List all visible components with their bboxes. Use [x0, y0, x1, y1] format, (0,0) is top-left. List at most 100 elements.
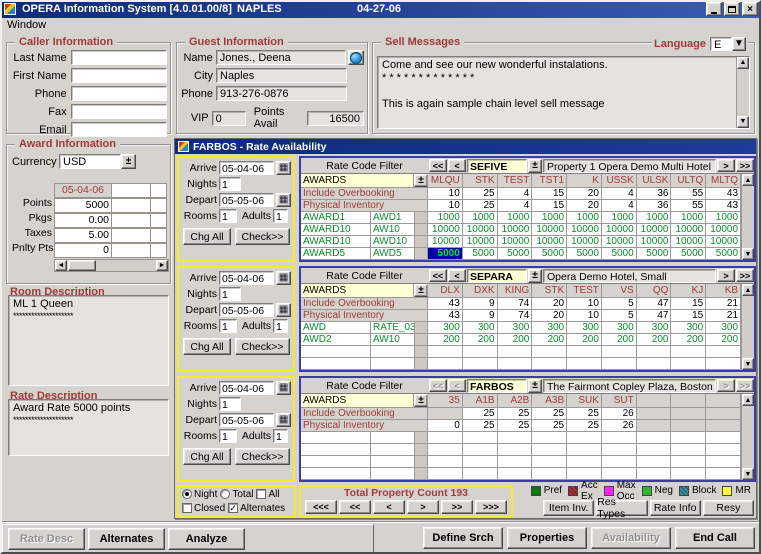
caller-first-name-input[interactable]: [71, 68, 167, 83]
rate-amount-cell[interactable]: 200: [671, 334, 706, 345]
adults-input[interactable]: 1: [273, 429, 288, 443]
rate-amount-cell[interactable]: 300: [532, 322, 567, 333]
prev-property-button[interactable]: <: [448, 269, 466, 282]
check-button[interactable]: Check>>: [235, 228, 290, 245]
rate-amount-cell[interactable]: 5000: [706, 248, 741, 259]
grid-vscrollbar[interactable]: ▲▼: [741, 174, 754, 260]
rate-group-lov-button[interactable]: ±: [414, 284, 428, 297]
rate-amount-cell[interactable]: 300: [637, 322, 672, 333]
next-property-fast-button[interactable]: >>: [736, 159, 754, 172]
property-code-select[interactable]: SEPARA: [467, 269, 527, 283]
award-pkgs-value[interactable]: 0.00: [54, 213, 112, 228]
nights-input[interactable]: 1: [219, 177, 241, 191]
close-button[interactable]: ×: [742, 2, 758, 16]
scroll-up-button[interactable]: ▲: [742, 284, 754, 296]
guest-city-field[interactable]: Naples: [216, 68, 347, 83]
rate-name-cell[interactable]: AWARD10: [301, 236, 371, 247]
alternates-button[interactable]: Alternates: [88, 528, 165, 550]
rate-amount-cell[interactable]: 300: [498, 322, 533, 333]
check-button[interactable]: Check>>: [235, 448, 290, 465]
end-call-button[interactable]: End Call: [675, 527, 755, 549]
vip-field[interactable]: 0: [212, 111, 246, 126]
rate-name-cell[interactable]: AWARD10: [301, 224, 371, 235]
rate-code-cell[interactable]: AWD10: [371, 236, 415, 247]
rate-amount-cell[interactable]: 10000: [671, 236, 706, 247]
guest-phone-field[interactable]: 913-276-0876: [216, 86, 347, 101]
caller-email-input[interactable]: [71, 122, 167, 137]
scroll-down-button[interactable]: ▼: [742, 358, 754, 370]
guest-name-field[interactable]: Jones., Deena: [216, 50, 346, 65]
nav-fast-prev-button[interactable]: <<: [339, 500, 371, 514]
rate-amount-cell[interactable]: 300: [463, 322, 498, 333]
rate-amount-cell[interactable]: 300: [428, 322, 463, 333]
rate-amount-cell[interactable]: 300: [671, 322, 706, 333]
property-code-lov-button[interactable]: ±: [528, 159, 542, 173]
rate-amount-cell[interactable]: 5000: [463, 248, 498, 259]
rate-amount-cell[interactable]: 10000: [463, 224, 498, 235]
resy-button[interactable]: Resy: [703, 500, 754, 516]
next-property-button[interactable]: >: [717, 379, 735, 392]
rate-code-cell[interactable]: AW10: [371, 224, 415, 235]
property-code-lov-button[interactable]: ±: [528, 269, 542, 283]
rate-amount-cell[interactable]: 1000: [532, 212, 567, 223]
rate-code-cell[interactable]: RATE_03: [371, 322, 415, 333]
property-code-lov-button[interactable]: ±: [528, 379, 542, 393]
prev-property-fast-button[interactable]: <<: [429, 379, 447, 392]
prev-property-fast-button[interactable]: <<: [429, 269, 447, 282]
rate-amount-cell[interactable]: 5000: [532, 248, 567, 259]
res-types-button[interactable]: Res Types: [596, 500, 647, 516]
rate-description-box[interactable]: Award Rate 5000 points *****************…: [8, 399, 169, 456]
arrive-input[interactable]: 05-04-06: [219, 271, 274, 285]
rate-amount-cell[interactable]: 1000: [602, 212, 637, 223]
points-avail-field[interactable]: 16500: [307, 111, 364, 126]
sell-scrollbar[interactable]: ▲ ▼: [736, 57, 749, 128]
chg-all-button[interactable]: Chg All: [183, 448, 231, 465]
chg-all-button[interactable]: Chg All: [183, 338, 231, 355]
rate-amount-cell[interactable]: 10000: [428, 224, 463, 235]
rate-amount-cell[interactable]: 200: [706, 334, 741, 345]
rate-group-select[interactable]: AWARDS: [301, 394, 414, 407]
closed-checkbox[interactable]: [182, 503, 192, 513]
rate-group-lov-button[interactable]: ±: [414, 394, 428, 407]
minimize-button[interactable]: [706, 2, 722, 16]
rooms-input[interactable]: 1: [219, 319, 237, 333]
rate-group-select[interactable]: AWARDS: [301, 174, 414, 187]
rate-amount-cell[interactable]: 5000: [498, 248, 533, 259]
rate-amount-cell[interactable]: 10000: [463, 236, 498, 247]
properties-button[interactable]: Properties: [507, 527, 587, 549]
chg-all-button[interactable]: Chg All: [183, 228, 231, 245]
arrive-calendar-button[interactable]: ▦: [276, 271, 291, 285]
adults-input[interactable]: 1: [273, 319, 288, 333]
rate-amount-cell[interactable]: 10000: [567, 236, 602, 247]
scroll-up-button[interactable]: ▲: [742, 394, 754, 406]
rate-amount-cell[interactable]: 1000: [463, 212, 498, 223]
rate-name-cell[interactable]: AWD2: [301, 334, 371, 345]
award-hscrollbar[interactable]: ◄►: [54, 259, 169, 272]
rate-amount-cell[interactable]: 200: [532, 334, 567, 345]
rate-amount-cell[interactable]: 200: [602, 334, 637, 345]
prev-property-fast-button[interactable]: <<: [429, 159, 447, 172]
rate-info-button[interactable]: Rate Info: [650, 500, 701, 516]
night-radio[interactable]: [182, 489, 192, 499]
depart-calendar-button[interactable]: ▦: [276, 303, 291, 317]
rate-amount-cell[interactable]: 1000: [498, 212, 533, 223]
all-checkbox[interactable]: [256, 489, 266, 499]
rate-amount-cell[interactable]: 200: [567, 334, 602, 345]
next-property-fast-button[interactable]: >>: [736, 379, 754, 392]
award-pnlty-pts-value[interactable]: 0: [54, 243, 112, 258]
next-property-button[interactable]: >: [717, 269, 735, 282]
grid-vscrollbar[interactable]: ▲▼: [741, 284, 754, 370]
language-select[interactable]: E: [710, 37, 732, 51]
menu-window[interactable]: Window: [7, 19, 46, 31]
rate-group-select[interactable]: AWARDS: [301, 284, 414, 297]
analyze-button[interactable]: Analyze: [168, 528, 245, 550]
rate-code-cell[interactable]: AW10: [371, 334, 415, 345]
alternates-checkbox[interactable]: ✓: [228, 503, 238, 513]
rate-amount-cell[interactable]: 5000: [671, 248, 706, 259]
award-points-value[interactable]: 5000: [54, 198, 112, 213]
rate-amount-cell[interactable]: 10000: [428, 236, 463, 247]
hscroll-thumb[interactable]: [68, 260, 96, 271]
rate-amount-cell[interactable]: 10000: [498, 236, 533, 247]
nav-prev-button[interactable]: <: [373, 500, 405, 514]
guest-lookup-button[interactable]: [348, 50, 364, 65]
